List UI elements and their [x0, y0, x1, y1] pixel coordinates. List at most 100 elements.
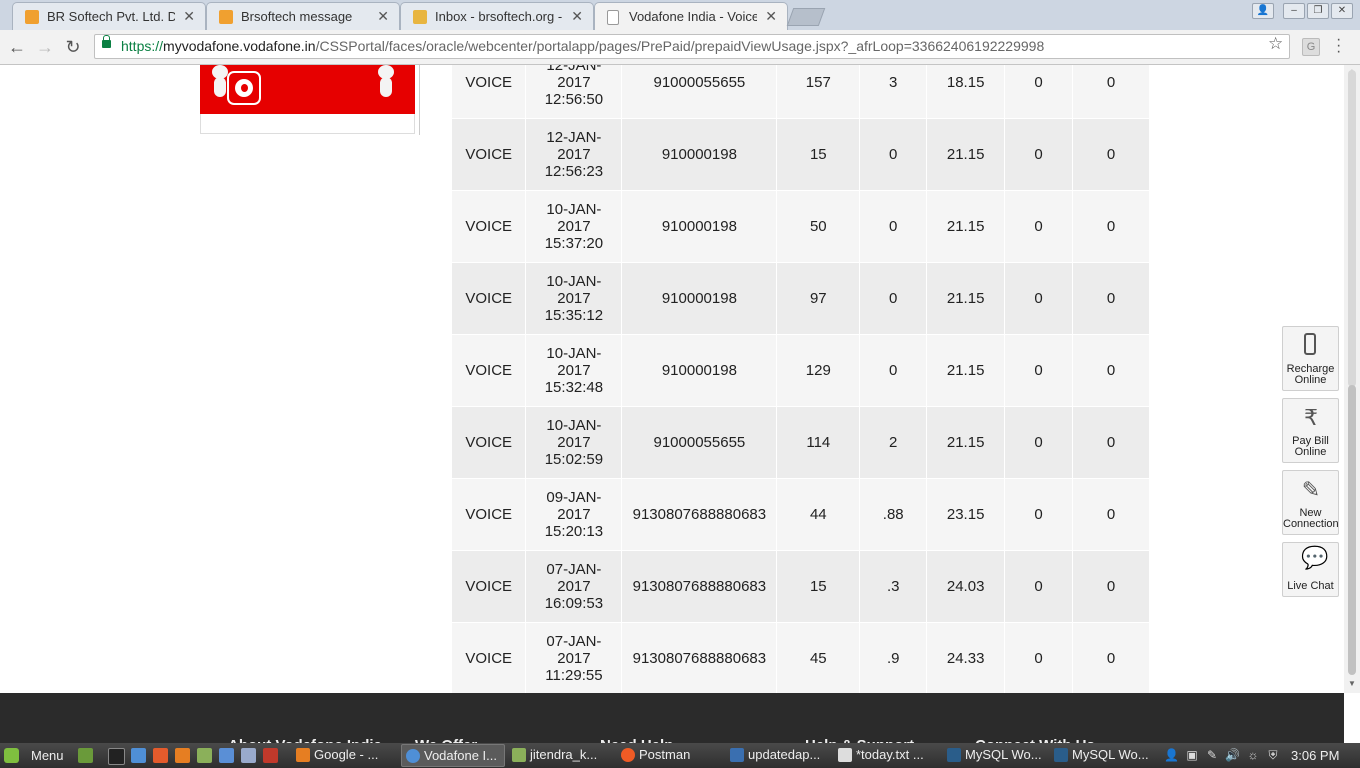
package-launcher-icon[interactable]	[219, 748, 234, 763]
close-tab-icon[interactable]: ✕	[377, 8, 389, 25]
forward-arrow-icon[interactable]: →	[34, 36, 56, 58]
live-chat-button[interactable]: 💬 Live Chat	[1282, 542, 1339, 597]
table-row: VOICE 12-JAN- 2017 12:56:23 910000198 15 0 21.1…	[452, 118, 1150, 191]
taskbar-task-active[interactable]: Vodafone I...	[401, 744, 505, 767]
value-cell: 0	[1004, 478, 1074, 551]
balance-cell: 21.15	[926, 190, 1006, 263]
value-cell: 0	[1072, 65, 1150, 119]
duration-cell: 157	[776, 65, 861, 119]
scroll-down-arrow-icon[interactable]: ▼	[1348, 679, 1356, 688]
connection-label: Connection	[1283, 518, 1339, 530]
taskbar-task[interactable]: updatedap...	[726, 744, 832, 767]
user-profile-icon[interactable]: 👤	[1252, 3, 1274, 19]
number-cell: 91000055655	[621, 406, 778, 479]
taskbar-task[interactable]: Google - ...	[292, 744, 398, 767]
table-row: VOICE 07-JAN- 2017 16:09:53 9130807688880683…	[452, 550, 1150, 623]
files-launcher-icon[interactable]	[197, 748, 212, 763]
value-cell: 0	[1004, 622, 1074, 693]
close-tab-icon[interactable]: ✕	[183, 8, 195, 25]
show-desktop-icon[interactable]	[78, 748, 93, 763]
volume-icon[interactable]: 🔊	[1225, 748, 1240, 762]
chrome-icon	[406, 749, 420, 763]
browser-tab[interactable]: BR Softech Pvt. Ltd. Das ✕	[12, 2, 206, 30]
task-label: MySQL Wo...	[965, 747, 1042, 762]
close-tab-icon[interactable]: ✕	[571, 8, 583, 25]
taskbar-task[interactable]: *today.txt ...	[834, 744, 940, 767]
charge-cell: 0	[859, 118, 928, 191]
value-cell: 0	[1072, 334, 1150, 407]
browser-tab-title: BR Softech Pvt. Ltd. Das	[47, 9, 175, 24]
user-icon[interactable]: 👤	[1164, 748, 1179, 762]
document-launcher-icon[interactable]	[241, 748, 256, 763]
value-cell: 0	[1004, 65, 1074, 119]
duration-cell: 129	[776, 334, 861, 407]
new-tab-button[interactable]	[786, 8, 826, 26]
pen-tray-icon[interactable]: ✎	[1205, 748, 1219, 762]
charge-cell: 0	[859, 334, 928, 407]
recharge-online-button[interactable]: Recharge Online	[1282, 326, 1339, 391]
online-label: Online	[1294, 446, 1327, 458]
call-type-cell: VOICE	[452, 118, 527, 191]
firefox-launcher-icon[interactable]	[175, 748, 190, 763]
browser-tab-title: Inbox - brsoftech.org - S	[435, 9, 563, 24]
close-window-button[interactable]: ✕	[1331, 3, 1353, 19]
chrome-launcher-icon[interactable]	[131, 748, 146, 763]
restore-button[interactable]: ❐	[1307, 3, 1329, 19]
terminal-icon[interactable]	[108, 748, 125, 765]
number-cell: 9130807688880683	[621, 622, 778, 693]
clipboard-icon[interactable]: ▣	[1185, 748, 1199, 762]
browser-menu-icon[interactable]: · · ·	[1336, 32, 1341, 60]
brightness-icon[interactable]: ☼	[1246, 748, 1260, 762]
table-row: VOICE 10-JAN- 2017 15:32:48 910000198 129 0 21.…	[452, 334, 1150, 407]
task-label: updatedap...	[748, 747, 821, 762]
extension-icon[interactable]: G	[1302, 38, 1320, 56]
call-type-cell: VOICE	[452, 334, 527, 407]
balance-cell: 24.33	[926, 622, 1006, 693]
browser-tab-active[interactable]: Vodafone India - Voice a ✕	[594, 2, 788, 31]
brsoftech-favicon-icon	[219, 10, 233, 24]
firefox-icon	[296, 748, 310, 762]
balance-cell: 23.15	[926, 478, 1006, 551]
taskbar-task[interactable]: MySQL Wo...	[1050, 744, 1154, 767]
address-bar[interactable]: https://myvodafone.vodafone.in/CSSPortal…	[94, 34, 1290, 59]
page-scrollbar[interactable]: ▲ ▼	[1344, 65, 1360, 693]
taskbar-task[interactable]: Postman	[617, 744, 723, 767]
duration-cell: 15	[776, 550, 861, 623]
task-label: *today.txt ...	[856, 747, 924, 762]
browser-tab[interactable]: Inbox - brsoftech.org - S ✕	[400, 2, 594, 30]
call-type-cell: VOICE	[452, 550, 527, 623]
browser-toolbar: ← → ↻ https://myvodafone.vodafone.in/CSS…	[0, 30, 1360, 65]
task-label: Postman	[639, 747, 691, 762]
lock-icon	[102, 35, 111, 48]
browser-tab[interactable]: Brsoftech message ✕	[206, 2, 400, 30]
chrome-launcher-icon[interactable]	[153, 748, 168, 763]
back-arrow-icon[interactable]: ←	[6, 36, 28, 58]
charge-cell: .88	[859, 478, 928, 551]
taskbar-task[interactable]: jitendra_k...	[508, 744, 614, 767]
filezilla-launcher-icon[interactable]	[263, 748, 278, 763]
charge-cell: .3	[859, 550, 928, 623]
call-type-cell: VOICE	[452, 406, 527, 479]
minimize-button[interactable]: –	[1283, 3, 1305, 19]
scroll-thumb[interactable]	[1348, 385, 1356, 675]
url-text: https://myvodafone.vodafone.in/CSSPortal…	[121, 38, 1045, 54]
date-time-cell: 10-JAN- 2017 15:35:12	[525, 262, 623, 335]
reload-icon[interactable]: ↻	[62, 36, 84, 58]
start-menu-button[interactable]: Menu	[31, 748, 64, 763]
shield-icon[interactable]: ⛨	[1266, 748, 1280, 762]
scroll-track	[1348, 70, 1356, 387]
mint-menu-icon[interactable]	[4, 748, 19, 763]
pay-bill-online-button[interactable]: ₹ Pay Bill Online	[1282, 398, 1339, 463]
rupee-icon: ₹	[1304, 405, 1318, 430]
value-cell: 0	[1072, 262, 1150, 335]
close-tab-icon[interactable]: ✕	[765, 8, 777, 25]
vodafone-logo-icon	[227, 71, 261, 105]
bookmark-star-icon[interactable]: ☆	[1268, 34, 1283, 54]
task-label: Google - ...	[314, 747, 379, 762]
new-connection-button[interactable]: ✎ New Connection	[1282, 470, 1339, 535]
clock[interactable]: 3:06 PM	[1291, 748, 1339, 763]
number-cell: 91000055655	[621, 65, 778, 119]
taskbar-task[interactable]: MySQL Wo...	[943, 744, 1047, 767]
number-cell: 910000198	[621, 118, 778, 191]
date-time-cell: 12-JAN- 2017 12:56:23	[525, 118, 623, 191]
